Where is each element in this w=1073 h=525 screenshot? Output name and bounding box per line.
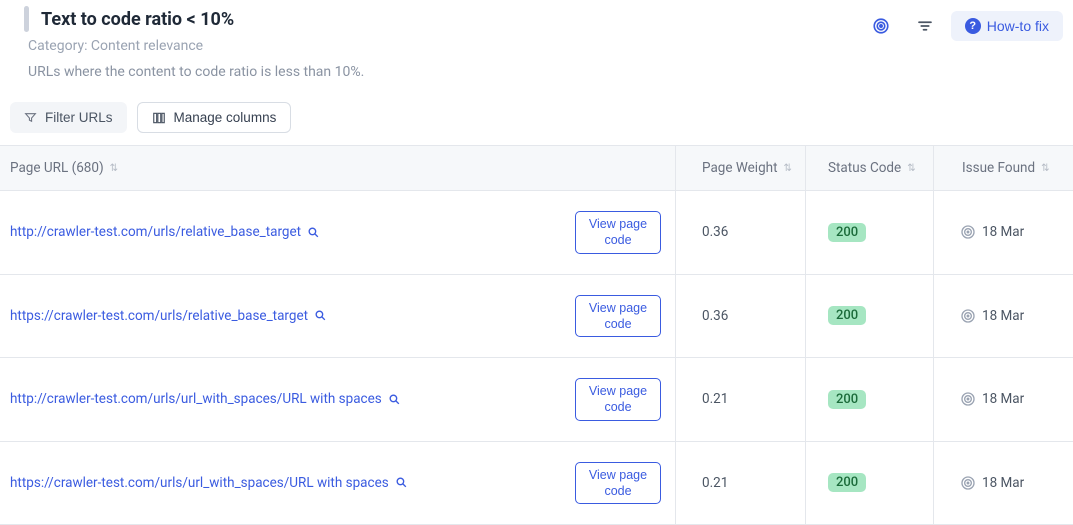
target-icon (960, 224, 976, 240)
col-header-url[interactable]: Page URL (680) ⇅ (0, 146, 676, 190)
search-icon (395, 476, 408, 489)
status-code-cell: 200 (806, 442, 934, 525)
status-badge: 200 (828, 223, 866, 242)
sort-icon: ⇅ (907, 163, 915, 174)
page-weight-cell: 0.36 (676, 275, 806, 358)
sort-icon: ⇅ (1041, 163, 1049, 174)
target-icon (960, 308, 976, 324)
status-badge: 200 (828, 390, 866, 409)
table-row: https://crawler-test.com/urls/relative_b… (0, 275, 1073, 359)
status-badge: 200 (828, 473, 866, 492)
page-url-link[interactable]: http://crawler-test.com/urls/relative_ba… (10, 224, 320, 240)
page-weight-cell: 0.21 (676, 358, 806, 441)
page-title: Text to code ratio < 10% (41, 9, 234, 30)
issue-found-cell: 18 Mar (934, 358, 1073, 441)
table-row: http://crawler-test.com/urls/relative_ba… (0, 191, 1073, 275)
target-icon (960, 391, 976, 407)
issue-found-cell: 18 Mar (934, 275, 1073, 358)
col-header-weight[interactable]: Page Weight ⇅ (676, 146, 806, 190)
view-page-code-button[interactable]: View page code (575, 462, 661, 505)
target-icon (960, 475, 976, 491)
page-weight-cell: 0.36 (676, 191, 806, 274)
filter-label: Filter URLs (45, 110, 113, 125)
target-action-button[interactable] (863, 10, 899, 42)
col-header-status[interactable]: Status Code ⇅ (806, 146, 934, 190)
funnel-icon (24, 111, 37, 124)
url-text: http://crawler-test.com/urls/relative_ba… (10, 224, 301, 240)
page-url-link[interactable]: http://crawler-test.com/urls/url_with_sp… (10, 391, 401, 407)
manage-columns-button[interactable]: Manage columns (137, 102, 292, 133)
url-text: https://crawler-test.com/urls/relative_b… (10, 308, 308, 324)
page-url-link[interactable]: https://crawler-test.com/urls/url_with_s… (10, 475, 408, 491)
status-code-cell: 200 (806, 191, 934, 274)
howto-label: How-to fix (987, 18, 1049, 34)
status-code-cell: 200 (806, 358, 934, 441)
howto-fix-button[interactable]: ? How-to fix (951, 11, 1063, 41)
table-row: http://crawler-test.com/urls/url_with_sp… (0, 358, 1073, 442)
issue-found-cell: 18 Mar (934, 191, 1073, 274)
col-header-found[interactable]: Issue Found ⇅ (934, 146, 1073, 190)
sort-icon: ⇅ (784, 163, 792, 174)
url-text: http://crawler-test.com/urls/url_with_sp… (10, 391, 382, 407)
table-row: https://crawler-test.com/urls/url_with_s… (0, 442, 1073, 525)
view-page-code-button[interactable]: View page code (575, 211, 661, 254)
url-text: https://crawler-test.com/urls/url_with_s… (10, 475, 389, 491)
page-url-link[interactable]: https://crawler-test.com/urls/relative_b… (10, 308, 327, 324)
status-code-cell: 200 (806, 275, 934, 358)
view-page-code-button[interactable]: View page code (575, 378, 661, 421)
description: URLs where the content to code ratio is … (28, 64, 863, 80)
filter-lines-icon (916, 17, 934, 35)
manage-label: Manage columns (174, 110, 277, 125)
sort-icon: ⇅ (110, 163, 118, 174)
search-icon (307, 226, 320, 239)
search-icon (388, 393, 401, 406)
page-weight-cell: 0.21 (676, 442, 806, 525)
status-badge: 200 (828, 306, 866, 325)
issue-found-cell: 18 Mar (934, 442, 1073, 525)
filter-urls-button[interactable]: Filter URLs (10, 102, 127, 133)
search-icon (314, 309, 327, 322)
target-icon (872, 17, 890, 35)
view-page-code-button[interactable]: View page code (575, 295, 661, 338)
settings-action-button[interactable] (907, 10, 943, 42)
severity-indicator (24, 6, 29, 32)
columns-icon (152, 111, 166, 125)
issues-table: Page URL (680) ⇅ Page Weight ⇅ Status Co… (0, 145, 1073, 525)
category-label: Category: Content relevance (28, 38, 863, 54)
question-icon: ? (965, 18, 981, 34)
